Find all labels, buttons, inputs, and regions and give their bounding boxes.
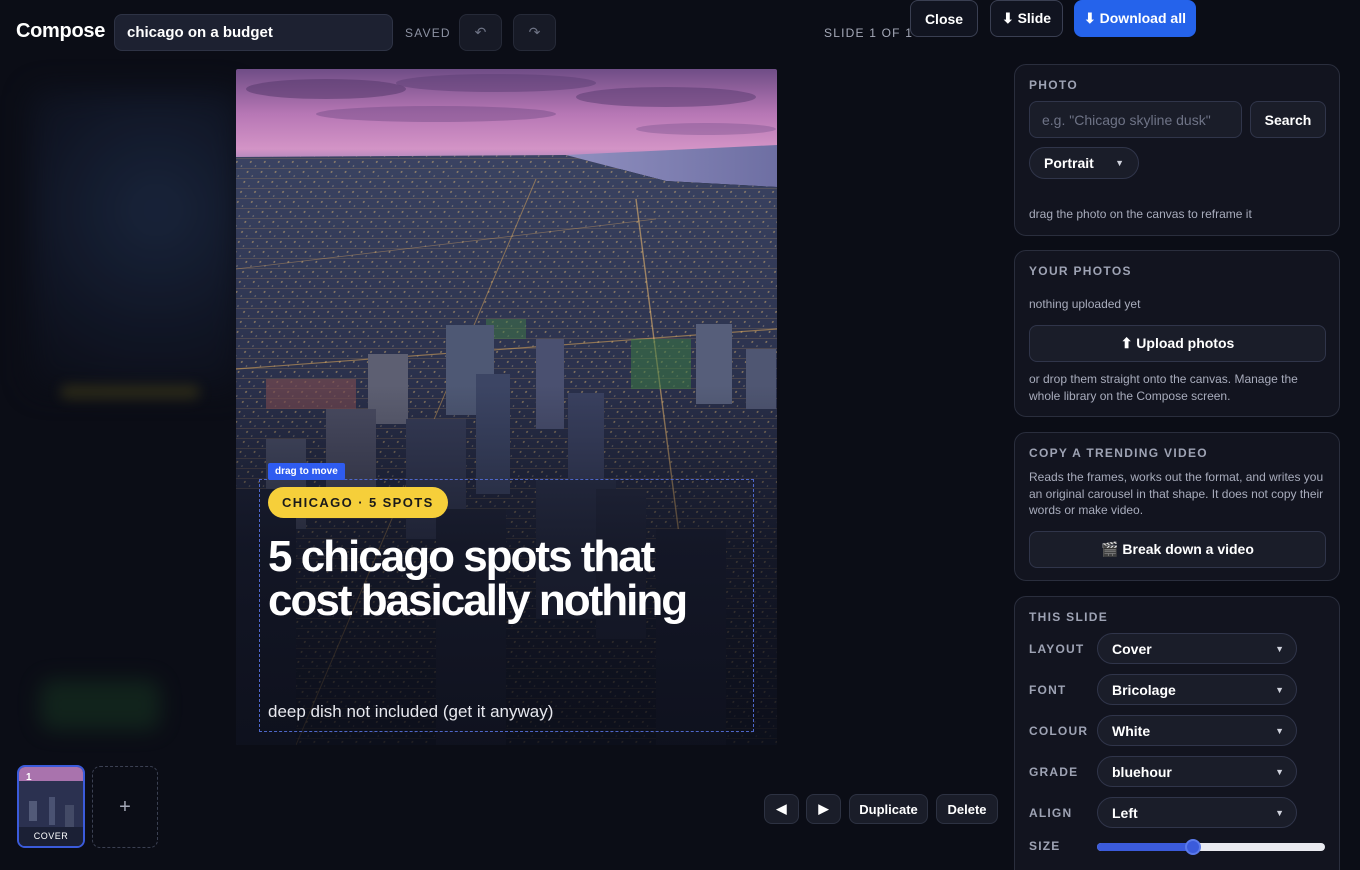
chevron-down-icon: ▼ — [1275, 725, 1284, 736]
grade-select[interactable]: bluehour ▼ — [1097, 756, 1297, 787]
slide-layout-label: COVER — [33, 831, 69, 841]
redo-icon: ↷ — [528, 24, 541, 40]
layout-label: LAYOUT — [1029, 642, 1085, 656]
download-all-button[interactable]: ⬇ Download all — [1074, 0, 1196, 37]
photo-hint: drag the photo on the canvas to reframe … — [1029, 207, 1252, 221]
project-name-input[interactable] — [114, 14, 393, 51]
size-label: SIZE — [1029, 839, 1061, 853]
upload-photos-button[interactable]: ⬆ Upload photos — [1029, 325, 1326, 362]
drag-handle[interactable]: drag to move — [268, 463, 345, 480]
slide-thumbnail[interactable]: 1 COVER — [17, 765, 85, 848]
previous-slide-button[interactable]: ◀ — [764, 794, 799, 824]
duplicate-slide-button[interactable]: Duplicate — [849, 794, 928, 824]
grade-value: bluehour — [1112, 763, 1172, 780]
your-photos-panel: YOUR PHOTOS nothing uploaded yet ⬆ Uploa… — [1014, 250, 1340, 417]
trending-heading: COPY A TRENDING VIDEO — [1029, 446, 1208, 460]
category-badge[interactable]: CHICAGO · 5 SPOTS — [268, 487, 448, 518]
save-status: SAVED — [405, 26, 451, 40]
chevron-down-icon: ▼ — [1275, 766, 1284, 777]
font-label: FONT — [1029, 683, 1067, 697]
redo-button[interactable]: ↷ — [513, 14, 556, 51]
undo-button[interactable]: ↶ — [459, 14, 502, 51]
chevron-down-icon: ▼ — [1275, 807, 1284, 818]
trending-video-panel: COPY A TRENDING VIDEO Reads the frames, … — [1014, 432, 1340, 581]
break-down-video-button[interactable]: 🎬 Break down a video — [1029, 531, 1326, 568]
layout-select[interactable]: Cover ▼ — [1097, 633, 1297, 664]
photo-heading: PHOTO — [1029, 78, 1078, 92]
colour-value: White — [1112, 722, 1151, 739]
colour-select[interactable]: White ▼ — [1097, 715, 1297, 746]
photo-search-button[interactable]: Search — [1250, 101, 1326, 138]
your-photos-heading: YOUR PHOTOS — [1029, 264, 1132, 278]
orientation-select[interactable]: Portrait ▼ — [1029, 147, 1139, 179]
top-bar: Compose SAVED ↶ ↷ SLIDE 1 OF 1 Close ⬇ S… — [0, 0, 1360, 64]
add-slide-button[interactable]: + — [92, 766, 158, 848]
slide-counter: SLIDE 1 OF 1 — [824, 26, 914, 40]
your-photos-hint: or drop them straight onto the canvas. M… — [1029, 372, 1298, 403]
align-select[interactable]: Left ▼ — [1097, 797, 1297, 828]
size-slider-fill — [1097, 843, 1193, 851]
delete-slide-button[interactable]: Delete — [936, 794, 998, 824]
trending-description: Reads the frames, works out the format, … — [1029, 470, 1324, 517]
orientation-value: Portrait — [1044, 155, 1094, 171]
this-slide-heading: THIS SLIDE — [1029, 610, 1109, 624]
this-slide-panel: THIS SLIDE LAYOUT Cover ▼ FONT Bricolage… — [1014, 596, 1340, 870]
slide-number: 1 — [26, 772, 32, 783]
chevron-down-icon: ▼ — [1275, 643, 1284, 654]
size-slider[interactable] — [1097, 839, 1325, 855]
app-title: Compose — [16, 20, 106, 42]
slide-canvas[interactable]: drag to move CHICAGO · 5 SPOTS 5 chicago… — [236, 69, 777, 745]
slide-subline[interactable]: deep dish not included (get it anyway) — [268, 702, 553, 722]
next-slide-button[interactable]: ▶ — [806, 794, 841, 824]
align-value: Left — [1112, 804, 1138, 821]
photo-search-input[interactable] — [1029, 101, 1242, 138]
download-slide-button[interactable]: ⬇ Slide — [990, 0, 1063, 37]
chevron-down-icon: ▼ — [1115, 158, 1124, 168]
close-button[interactable]: Close — [910, 0, 978, 37]
slide-headline[interactable]: 5 chicago spots that cost basically noth… — [268, 535, 688, 623]
font-value: Bricolage — [1112, 681, 1176, 698]
chevron-down-icon: ▼ — [1275, 684, 1284, 695]
undo-icon: ↶ — [474, 24, 487, 40]
align-label: ALIGN — [1029, 806, 1073, 820]
colour-label: COLOUR — [1029, 724, 1089, 738]
layout-value: Cover — [1112, 640, 1152, 657]
font-select[interactable]: Bricolage ▼ — [1097, 674, 1297, 705]
grade-label: GRADE — [1029, 765, 1079, 779]
your-photos-empty: nothing uploaded yet — [1029, 297, 1141, 311]
photo-panel: PHOTO Search Portrait ▼ drag the photo o… — [1014, 64, 1340, 236]
size-slider-handle[interactable] — [1184, 839, 1201, 855]
